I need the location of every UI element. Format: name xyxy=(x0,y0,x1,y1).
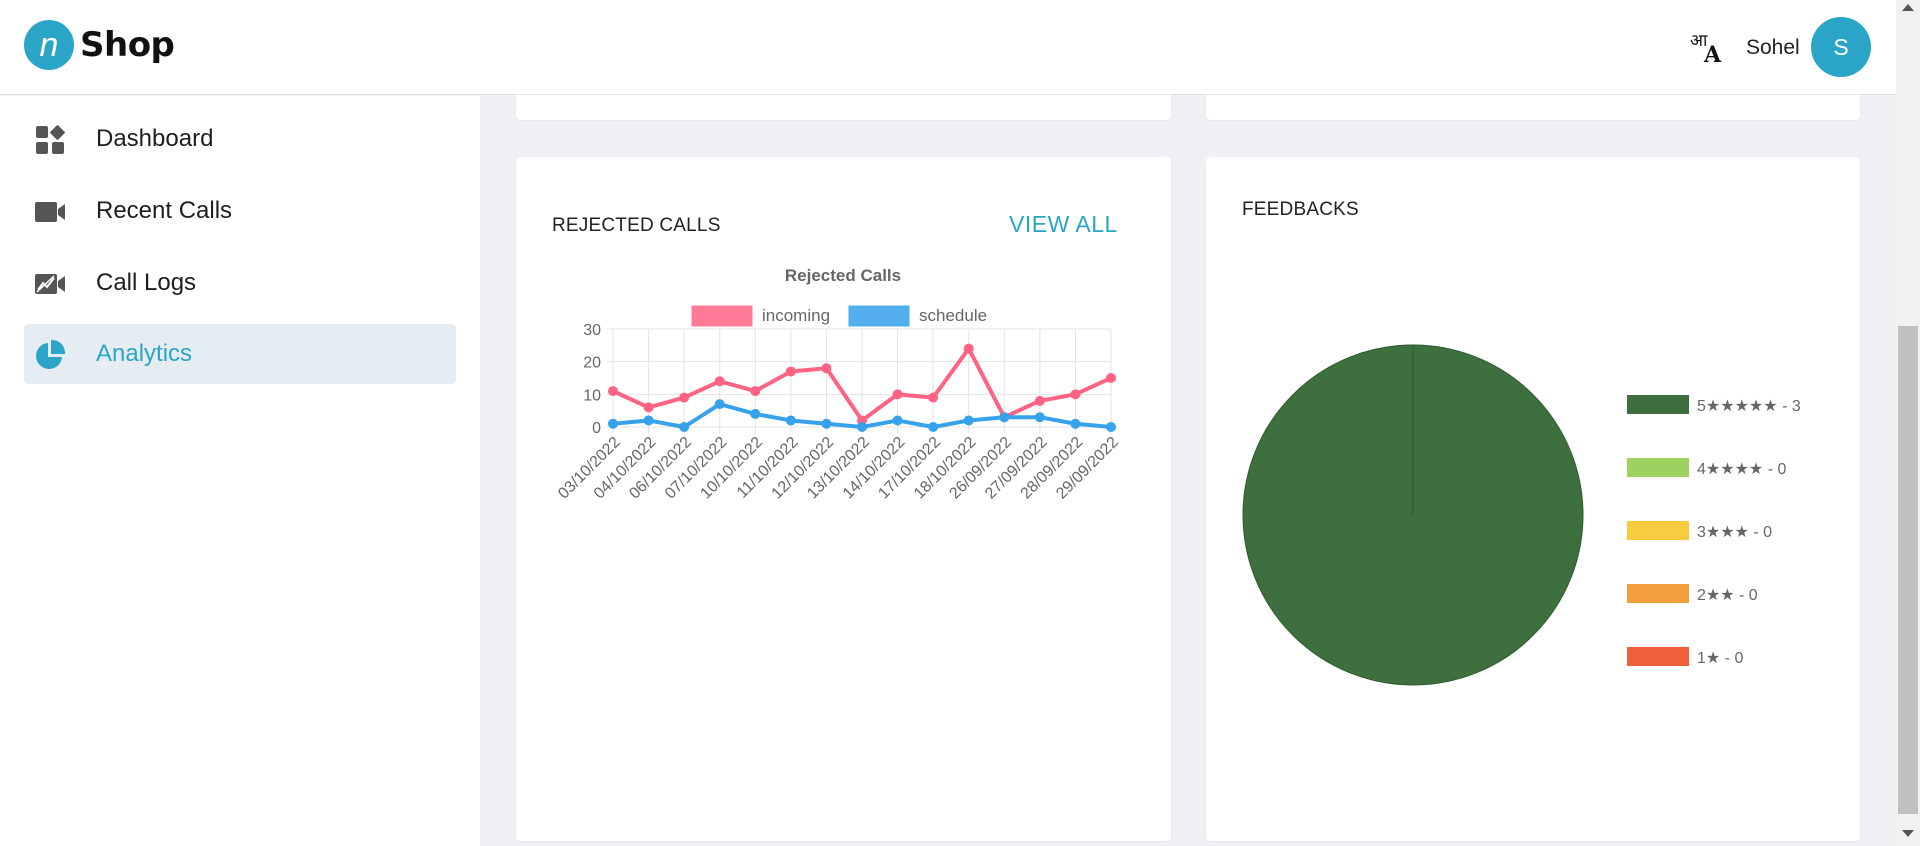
chart-title: Rejected Calls xyxy=(785,266,901,285)
scrollbar[interactable] xyxy=(1896,0,1920,846)
logo-text: Shop xyxy=(80,25,175,65)
sidebar-item-label: Analytics xyxy=(96,340,193,367)
data-point-schedule xyxy=(821,418,832,429)
pie-legend-swatch xyxy=(1627,521,1689,540)
data-point-schedule xyxy=(608,418,618,429)
dashboard-icon xyxy=(36,125,65,154)
data-point-schedule xyxy=(1070,418,1081,429)
pie-legend-swatch xyxy=(1627,647,1689,666)
svg-text:n: n xyxy=(40,26,59,64)
scroll-thumb[interactable] xyxy=(1898,326,1918,814)
legend-swatch-incoming xyxy=(691,305,753,327)
sidebar-item-label: Dashboard xyxy=(96,125,214,152)
feedbacks-pie-chart: 5★★★★★ - 3 4★★★★ - 0 3★★★ - 0 2★★ - 0 1★ - 0 xyxy=(1242,344,1801,686)
data-point-schedule xyxy=(857,422,867,432)
data-point-incoming xyxy=(821,363,832,374)
y-tick-label: 20 xyxy=(583,355,601,372)
username[interactable]: Sohel xyxy=(1746,36,1800,60)
y-tick-label: 0 xyxy=(592,420,601,437)
top-bar: n Shop आ A Sohel S xyxy=(0,0,1896,95)
sidebar-item-recent-calls[interactable]: Recent Calls xyxy=(24,181,456,241)
pie-legend-label: 5★★★★★ - 3 xyxy=(1697,398,1801,415)
pie-legend-label: 3★★★ - 0 xyxy=(1697,524,1772,541)
data-point-schedule xyxy=(750,408,761,419)
data-point-schedule xyxy=(928,422,939,432)
data-point-incoming xyxy=(963,343,974,354)
scroll-up-icon[interactable] xyxy=(1902,4,1914,11)
scroll-down-icon[interactable] xyxy=(1902,830,1914,837)
app-logo[interactable]: n Shop xyxy=(24,20,175,70)
data-point-schedule xyxy=(1106,422,1116,432)
data-point-schedule xyxy=(892,415,903,426)
language-icon-latin: A xyxy=(1704,42,1722,68)
sidebar-item-analytics[interactable]: Analytics xyxy=(24,324,456,384)
pie-legend-swatch xyxy=(1627,458,1689,477)
pie-chart-icon xyxy=(36,339,66,369)
data-point-incoming xyxy=(1034,395,1045,406)
data-point-incoming xyxy=(750,386,761,397)
data-point-schedule xyxy=(679,422,690,432)
data-point-schedule xyxy=(963,415,974,426)
data-point-schedule xyxy=(643,415,654,426)
legend-label-schedule: schedule xyxy=(919,306,987,325)
legend-label-incoming: incoming xyxy=(762,306,830,325)
data-point-incoming xyxy=(643,402,654,413)
feedbacks-title: FEEDBACKS xyxy=(1242,199,1359,220)
language-icon[interactable]: आ A xyxy=(1688,28,1724,68)
pie-legend-swatch xyxy=(1627,584,1689,603)
rejected-calls-chart: Rejected Calls incoming schedule 01020300… xyxy=(555,266,1122,502)
sidebar: Dashboard Recent Calls Call Logs Analyti… xyxy=(0,96,480,846)
y-tick-label: 10 xyxy=(583,387,601,404)
feedbacks-card: FEEDBACKS 5★★★★★ - 3 4★★★★ - 0 3★★★ - 0 2★★… xyxy=(1206,157,1860,841)
legend-swatch-schedule xyxy=(848,305,910,327)
avatar[interactable]: S xyxy=(1811,17,1871,77)
pie-legend-label: 1★ - 0 xyxy=(1697,650,1743,667)
view-all-link[interactable]: VIEW ALL xyxy=(1009,211,1118,238)
data-point-incoming xyxy=(892,389,903,400)
rejected-calls-card: REJECTED CALLS VIEW ALL Rejected Calls i… xyxy=(516,157,1171,841)
sidebar-item-label: Recent Calls xyxy=(96,197,233,224)
rejected-calls-title: REJECTED CALLS xyxy=(552,215,721,236)
data-point-schedule xyxy=(1034,412,1045,423)
sidebar-item-label: Call Logs xyxy=(96,269,197,296)
logo-mark-icon: n xyxy=(24,20,74,70)
data-point-incoming xyxy=(679,392,690,403)
data-point-incoming xyxy=(1070,389,1081,400)
pie-legend-label: 4★★★★ - 0 xyxy=(1697,461,1786,478)
data-point-incoming xyxy=(714,376,725,387)
pie-legend-label: 2★★ - 0 xyxy=(1697,587,1758,604)
data-point-incoming xyxy=(928,392,939,403)
pie-legend-swatch xyxy=(1627,395,1689,414)
sidebar-item-dashboard[interactable]: Dashboard xyxy=(24,109,456,169)
y-tick-label: 30 xyxy=(583,322,601,339)
data-point-incoming xyxy=(608,386,618,397)
data-point-schedule xyxy=(785,415,796,426)
data-point-incoming xyxy=(1106,373,1116,383)
sidebar-item-call-logs[interactable]: Call Logs xyxy=(24,253,456,313)
data-point-schedule xyxy=(714,399,725,410)
call-log-icon xyxy=(35,274,65,294)
data-point-incoming xyxy=(785,366,796,377)
video-camera-icon xyxy=(35,202,65,222)
data-point-schedule xyxy=(999,412,1010,423)
